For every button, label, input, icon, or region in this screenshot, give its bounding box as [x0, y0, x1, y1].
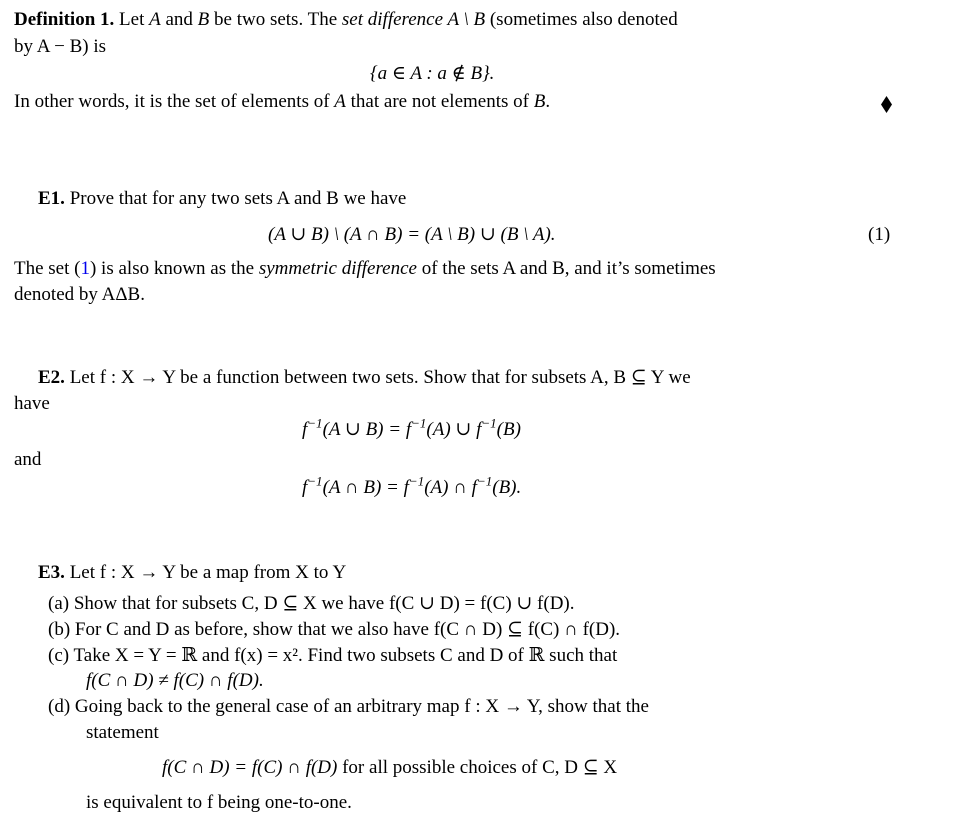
e1-equation-number: (1): [868, 224, 891, 245]
e3-item-d-formula: f(C ∩ D) = f(C) ∩ f(D) for all possible …: [162, 757, 618, 778]
e3-item-c: (c) Take X = Y = ℝ and f(x) = x². Find t…: [48, 645, 618, 666]
e3-intro-line: E3. Let f : X → Y be a map from X to Y: [38, 562, 347, 583]
term-symmetric-difference: symmetric difference: [258, 258, 417, 279]
diamond-icon: [881, 96, 892, 113]
e3-label: E3.: [38, 562, 65, 583]
definition-line-2: by A − B) is: [14, 36, 107, 57]
e2-formula-intersection: f−1(A ∩ B) = f−1(A) ∩ f−1(B).: [302, 473, 522, 498]
e1-label: E1.: [38, 188, 65, 209]
definition-formula: {a ∈ A : a ∉ B}.: [370, 63, 495, 84]
e2-label: E2.: [38, 367, 65, 388]
definition-line-3: In other words, it is the set of element…: [14, 91, 551, 112]
e1-note-line-2: denoted by AΔB.: [14, 284, 145, 305]
e1-formula: (A ∪ B) \ (A ∩ B) = (A \ B) ∪ (B \ A).: [268, 224, 556, 245]
equation-reference-link[interactable]: 1: [80, 258, 90, 279]
e1-intro-line: E1. Prove that for any two sets A and B …: [38, 188, 407, 209]
e3-item-d-line-2: statement: [86, 722, 159, 743]
e3-conclusion: is equivalent to f being one-to-one.: [86, 792, 352, 813]
e3-item-b: (b) For C and D as before, show that we …: [48, 619, 621, 640]
e3-item-d: (d) Going back to the general case of an…: [48, 696, 649, 717]
e2-formula-union: f−1(A ∪ B) = f−1(A) ∪ f−1(B): [302, 415, 521, 440]
e2-and: and: [14, 449, 42, 470]
e1-note-line-1: The set (1) is also known as the symmetr…: [14, 258, 716, 279]
e3-item-a: (a) Show that for subsets C, D ⊆ X we ha…: [48, 593, 575, 614]
term-set-difference: set difference: [341, 9, 444, 30]
e3-item-c-line-2: f(C ∩ D) ≠ f(C) ∩ f(D).: [86, 670, 264, 691]
e2-intro-line-1: E2. Let f : X → Y be a function between …: [38, 367, 691, 388]
definition-label: Definition 1.: [14, 9, 115, 30]
definition-line-1: Definition 1. Let A and B be two sets. T…: [14, 9, 678, 30]
e2-intro-line-2: have: [14, 393, 50, 414]
